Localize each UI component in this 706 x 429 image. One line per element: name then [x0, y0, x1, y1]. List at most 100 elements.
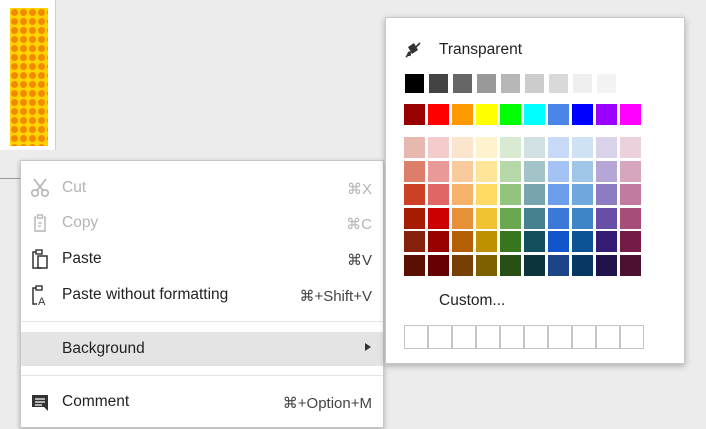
menu-item-copy[interactable]: Copy ⌘C: [21, 206, 383, 240]
color-swatch[interactable]: [428, 231, 449, 252]
color-swatch[interactable]: [596, 207, 617, 229]
color-swatch[interactable]: [428, 207, 449, 229]
color-swatch[interactable]: [572, 73, 593, 94]
color-swatch[interactable]: [500, 231, 521, 252]
custom-color-slot[interactable]: [404, 325, 428, 349]
color-swatch[interactable]: [404, 73, 425, 94]
menu-item-label: Cut: [62, 179, 87, 196]
color-swatch[interactable]: [596, 231, 617, 252]
custom-color-slot[interactable]: [524, 325, 548, 349]
color-swatch[interactable]: [596, 160, 617, 182]
color-swatch[interactable]: [524, 207, 545, 229]
transparent-option[interactable]: Transparent: [404, 38, 664, 62]
color-swatch[interactable]: [404, 104, 425, 125]
color-swatch[interactable]: [500, 160, 521, 182]
color-swatch[interactable]: [572, 184, 593, 205]
color-swatch[interactable]: [452, 137, 473, 158]
color-swatch[interactable]: [572, 207, 593, 229]
menu-item-cut[interactable]: Cut ⌘X: [21, 171, 383, 205]
menu-item-comment[interactable]: Comment ⌘+Option+M: [21, 385, 383, 419]
color-swatch[interactable]: [572, 160, 593, 182]
color-swatch[interactable]: [620, 73, 641, 94]
color-swatch[interactable]: [476, 254, 497, 276]
color-swatch[interactable]: [596, 137, 617, 158]
color-swatch[interactable]: [428, 160, 449, 182]
color-swatch[interactable]: [620, 104, 641, 125]
color-swatch[interactable]: [500, 254, 521, 276]
color-swatch[interactable]: [500, 104, 521, 125]
color-swatch[interactable]: [428, 137, 449, 158]
color-swatch[interactable]: [476, 137, 497, 158]
color-swatch[interactable]: [548, 160, 569, 182]
color-swatch[interactable]: [524, 160, 545, 182]
color-swatch[interactable]: [524, 137, 545, 158]
color-swatch[interactable]: [572, 231, 593, 252]
color-swatch[interactable]: [404, 231, 425, 252]
color-swatch[interactable]: [620, 137, 641, 158]
color-swatch[interactable]: [620, 207, 641, 229]
custom-color-slot[interactable]: [572, 325, 596, 349]
color-swatch[interactable]: [620, 184, 641, 205]
custom-color-slot[interactable]: [428, 325, 452, 349]
custom-color-slot[interactable]: [476, 325, 500, 349]
color-swatch[interactable]: [452, 104, 473, 125]
color-swatch[interactable]: [428, 73, 449, 94]
color-swatch[interactable]: [500, 207, 521, 229]
color-swatch[interactable]: [404, 207, 425, 229]
color-swatch[interactable]: [404, 137, 425, 158]
color-swatch[interactable]: [596, 104, 617, 125]
color-swatch[interactable]: [548, 73, 569, 94]
color-swatch[interactable]: [452, 73, 473, 94]
color-swatch[interactable]: [428, 184, 449, 205]
color-swatch[interactable]: [524, 104, 545, 125]
color-swatch[interactable]: [620, 231, 641, 252]
color-swatch[interactable]: [404, 184, 425, 205]
color-swatch[interactable]: [548, 231, 569, 252]
color-swatch[interactable]: [620, 254, 641, 276]
color-swatch[interactable]: [548, 184, 569, 205]
color-swatch[interactable]: [572, 104, 593, 125]
color-swatch[interactable]: [524, 184, 545, 205]
color-swatch[interactable]: [548, 104, 569, 125]
color-swatch[interactable]: [524, 254, 545, 276]
custom-color-slot[interactable]: [500, 325, 524, 349]
color-swatch[interactable]: [524, 231, 545, 252]
color-swatch[interactable]: [452, 160, 473, 182]
color-swatch[interactable]: [500, 137, 521, 158]
color-swatch[interactable]: [404, 254, 425, 276]
menu-item-paste-without-formatting[interactable]: A Paste without formatting ⌘+Shift+V: [21, 278, 383, 312]
color-swatch[interactable]: [452, 184, 473, 205]
color-swatch[interactable]: [596, 184, 617, 205]
color-swatch[interactable]: [572, 137, 593, 158]
color-swatch[interactable]: [452, 207, 473, 229]
color-swatch[interactable]: [452, 231, 473, 252]
color-swatch[interactable]: [476, 207, 497, 229]
color-swatch[interactable]: [428, 104, 449, 125]
color-swatch[interactable]: [620, 160, 641, 182]
color-swatch[interactable]: [500, 73, 521, 94]
color-swatch[interactable]: [548, 207, 569, 229]
custom-color-slot[interactable]: [620, 325, 644, 349]
menu-item-paste[interactable]: Paste ⌘V: [21, 242, 383, 276]
color-swatch[interactable]: [476, 73, 497, 94]
color-swatch[interactable]: [404, 160, 425, 182]
color-swatch[interactable]: [596, 73, 617, 94]
custom-color-slot[interactable]: [596, 325, 620, 349]
color-swatch[interactable]: [476, 104, 497, 125]
color-swatch[interactable]: [476, 231, 497, 252]
color-swatch[interactable]: [596, 254, 617, 276]
custom-color-slot[interactable]: [452, 325, 476, 349]
color-swatch[interactable]: [524, 73, 545, 94]
custom-color-button[interactable]: Custom...: [439, 292, 505, 310]
color-swatch[interactable]: [500, 184, 521, 205]
color-swatch[interactable]: [452, 254, 473, 276]
color-swatch[interactable]: [428, 254, 449, 276]
color-swatch[interactable]: [548, 254, 569, 276]
custom-color-slot[interactable]: [548, 325, 572, 349]
menu-item-background[interactable]: Background: [21, 332, 383, 366]
color-swatch[interactable]: [476, 184, 497, 205]
color-swatch[interactable]: [548, 137, 569, 158]
color-swatch[interactable]: [476, 160, 497, 182]
patterned-image[interactable]: [10, 8, 48, 146]
color-swatch[interactable]: [572, 254, 593, 276]
